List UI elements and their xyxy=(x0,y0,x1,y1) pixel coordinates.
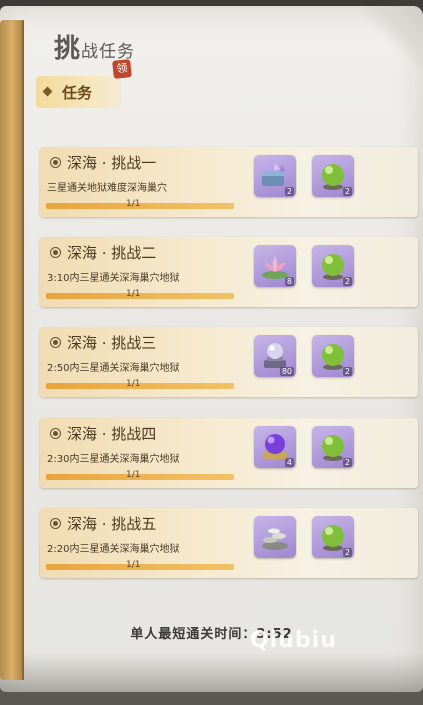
reward-count: 2 xyxy=(342,367,352,376)
challenge-title: 深海 · 挑战五 xyxy=(67,515,157,533)
reward-count: 2 xyxy=(342,277,352,286)
challenge-description: 2:20内三星通关深海巢穴地狱 xyxy=(47,544,180,555)
reward-slot[interactable]: 2 xyxy=(254,155,296,197)
reward-count: 2 xyxy=(342,458,352,467)
challenge-title: 深海 · 挑战一 xyxy=(67,154,157,172)
reward-count: 2 xyxy=(342,548,352,557)
challenge-card[interactable]: 深海 · 挑战四 2:30内三星通关深海巢穴地狱 1/1 4 2 xyxy=(40,418,418,488)
reward-count: 80 xyxy=(279,367,294,376)
claim-badge[interactable]: 领 xyxy=(112,59,132,79)
challenge-title: 深海 · 挑战四 xyxy=(67,425,157,443)
target-icon xyxy=(50,157,61,168)
reward-slot[interactable]: 8 xyxy=(254,245,296,287)
reward-count: 8 xyxy=(284,277,294,286)
reward-count: 2 xyxy=(284,187,294,196)
reward-slot[interactable]: 2 xyxy=(312,155,354,197)
challenge-description: 三星通关地狱难度深海巢穴 xyxy=(47,183,167,194)
watermark-logo: Qiubiu xyxy=(250,628,337,653)
reward-slot[interactable]: 80 xyxy=(254,335,296,377)
challenge-description: 2:30内三星通关深海巢穴地狱 xyxy=(47,454,180,465)
coin-pile-icon xyxy=(259,521,291,553)
progress-text: 1/1 xyxy=(126,199,141,209)
reward-count: 2 xyxy=(342,187,352,196)
challenge-title: 深海 · 挑战二 xyxy=(67,244,157,262)
target-icon xyxy=(50,337,61,348)
challenge-card[interactable]: 深海 · 挑战二 3:10内三星通关深海巢穴地狱 1/1 8 2 xyxy=(40,237,418,307)
progress-text: 1/1 xyxy=(126,560,141,570)
challenge-card[interactable]: 深海 · 挑战一 三星通关地狱难度深海巢穴 1/1 2 2 xyxy=(40,147,418,217)
reward-slot[interactable]: 2 xyxy=(312,335,354,377)
target-icon xyxy=(50,428,61,439)
challenge-card[interactable]: 深海 · 挑战三 2:50内三星通关深海巢穴地狱 1/1 80 2 xyxy=(40,327,418,397)
book-spine-line xyxy=(22,20,24,680)
challenge-description: 3:10内三星通关深海巢穴地狱 xyxy=(47,273,180,284)
reward-slot[interactable]: 2 xyxy=(312,426,354,468)
best-clear-time: 单人最短通关时间：3:52 xyxy=(130,627,293,642)
reward-count: 4 xyxy=(284,458,294,467)
challenge-title: 深海 · 挑战三 xyxy=(67,334,157,352)
page-shadow xyxy=(0,652,423,692)
reward-slot[interactable]: 2 xyxy=(312,516,354,558)
target-icon xyxy=(50,247,61,258)
challenge-description: 2:50内三星通关深海巢穴地狱 xyxy=(47,363,180,374)
progress-text: 1/1 xyxy=(126,289,141,299)
diamond-icon xyxy=(42,86,53,97)
page-corner-fold xyxy=(363,6,423,66)
reward-slot[interactable]: 2 xyxy=(312,245,354,287)
reward-slot[interactable]: 4 xyxy=(254,426,296,468)
tab-tasks-label: 任务 xyxy=(62,84,93,102)
page-title-first-char: 挑 xyxy=(54,34,82,64)
book-spine xyxy=(0,20,24,680)
progress-text: 1/1 xyxy=(126,379,141,389)
tab-tasks[interactable]: 任务 xyxy=(36,76,122,108)
reward-slot[interactable] xyxy=(254,516,296,558)
target-icon xyxy=(50,518,61,529)
progress-text: 1/1 xyxy=(126,470,141,480)
challenge-card[interactable]: 深海 · 挑战五 2:20内三星通关深海巢穴地狱 1/1 2 xyxy=(40,508,418,578)
